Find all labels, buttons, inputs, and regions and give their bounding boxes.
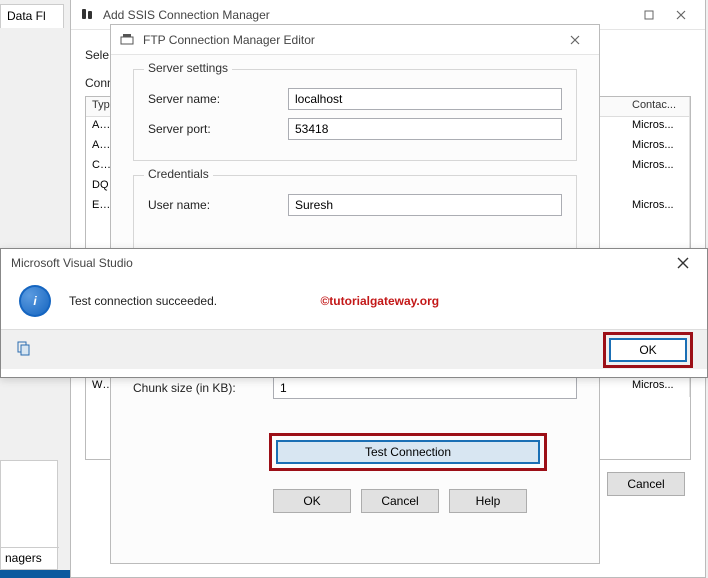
user-name-label: User name: [148,198,288,212]
credentials-label: Credentials [144,167,213,181]
msg-ok-button[interactable]: OK [609,338,687,362]
ftp-titlebar: FTP Connection Manager Editor [111,25,599,55]
test-connection-button[interactable]: Test Connection [276,440,540,464]
server-settings-label: Server settings [144,61,232,75]
background-panel: nagers [0,460,58,570]
test-connection-highlight: Test Connection [269,433,547,471]
ssis-maximize-button[interactable] [633,3,665,27]
copy-icon[interactable] [15,341,33,359]
server-settings-group: Server settings Server name: Server port… [133,69,577,161]
ssis-title: Add SSIS Connection Manager [103,8,633,22]
ftp-cancel-button[interactable]: Cancel [361,489,439,513]
managers-tab[interactable]: nagers [1,547,59,569]
background-tab[interactable]: Data Fl [0,4,64,28]
user-name-input[interactable] [288,194,562,216]
ftp-help-button[interactable]: Help [449,489,527,513]
managers-tab-label: nagers [5,551,42,565]
background-tab-label: Data Fl [7,9,46,23]
ftp-close-button[interactable] [559,28,591,52]
col-contact: Contac... [626,97,690,116]
info-icon: i [19,285,51,317]
msg-close-button[interactable] [667,251,699,275]
server-port-input[interactable] [288,118,562,140]
server-port-label: Server port: [148,122,288,136]
ftp-title: FTP Connection Manager Editor [143,33,559,47]
chunk-label: Chunk size (in KB): [133,381,273,395]
chunk-input[interactable] [273,377,577,399]
msg-titlebar: Microsoft Visual Studio [1,249,707,277]
msg-title: Microsoft Visual Studio [9,256,667,270]
ftp-ok-button[interactable]: OK [273,489,351,513]
ssis-app-icon [79,7,95,23]
ssis-cancel-button[interactable]: Cancel [607,472,685,496]
msg-text: Test connection succeeded. ©tutorialgate… [69,294,689,308]
ftp-app-icon [119,32,135,48]
ssis-close-button[interactable] [665,3,697,27]
message-box: Microsoft Visual Studio i Test connectio… [0,248,708,378]
server-name-label: Server name: [148,92,288,106]
ok-highlight: OK [603,332,693,368]
copyright-text: ©tutorialgateway.org [320,294,439,308]
server-name-input[interactable] [288,88,562,110]
